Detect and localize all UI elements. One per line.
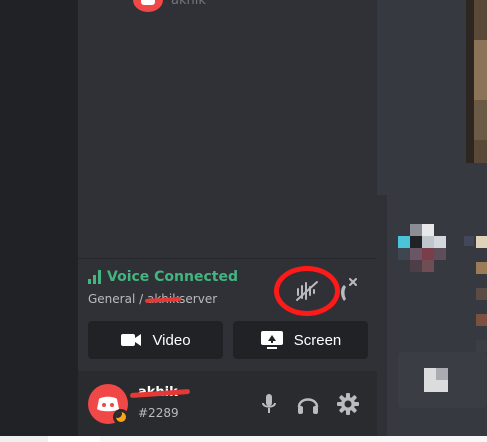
voice-channel-path: General / akhikserver xyxy=(88,292,217,306)
idle-status-icon xyxy=(113,409,129,425)
server-rail xyxy=(0,0,78,436)
voice-channel-member[interactable]: akhik xyxy=(133,0,206,12)
member-name: akhik xyxy=(171,0,206,8)
taskbar-strip xyxy=(0,436,487,442)
channel-redacted: akhik xyxy=(146,292,180,306)
channel-suffix: server xyxy=(179,292,218,306)
signal-icon xyxy=(88,270,101,284)
video-icon xyxy=(121,334,142,346)
channel-prefix: General / xyxy=(88,292,147,306)
username: akhik xyxy=(138,385,178,400)
microphone-icon xyxy=(262,394,276,413)
headphones-icon xyxy=(297,398,319,414)
voice-connection-panel: Voice Connected General / akhikserver Vi… xyxy=(78,259,377,371)
video-button[interactable]: Video xyxy=(88,321,223,359)
channel-list: akhik xyxy=(78,0,377,258)
screen-label: Screen xyxy=(293,331,342,349)
screen-share-button[interactable]: Screen xyxy=(233,321,368,359)
deafen-button[interactable] xyxy=(295,391,321,417)
video-label: Video xyxy=(152,331,191,349)
discriminator: #2289 xyxy=(138,406,179,420)
user-settings-button[interactable] xyxy=(335,391,361,417)
channel-sidebar: akhik Voice Connected General / akhikser… xyxy=(78,0,377,436)
gear-icon xyxy=(337,393,359,415)
voice-status-row[interactable]: Voice Connected xyxy=(88,269,238,285)
chat-divider xyxy=(377,195,387,436)
screen-share-icon xyxy=(260,331,283,349)
mute-button[interactable] xyxy=(256,391,282,417)
blurred-image-preview[interactable] xyxy=(398,352,487,408)
user-panel: akhik #2289 xyxy=(78,371,377,436)
video-thumbnail[interactable] xyxy=(466,0,487,163)
voice-status-text: Voice Connected xyxy=(107,269,238,285)
member-avatar xyxy=(133,0,163,12)
annotation-circle xyxy=(274,266,340,316)
